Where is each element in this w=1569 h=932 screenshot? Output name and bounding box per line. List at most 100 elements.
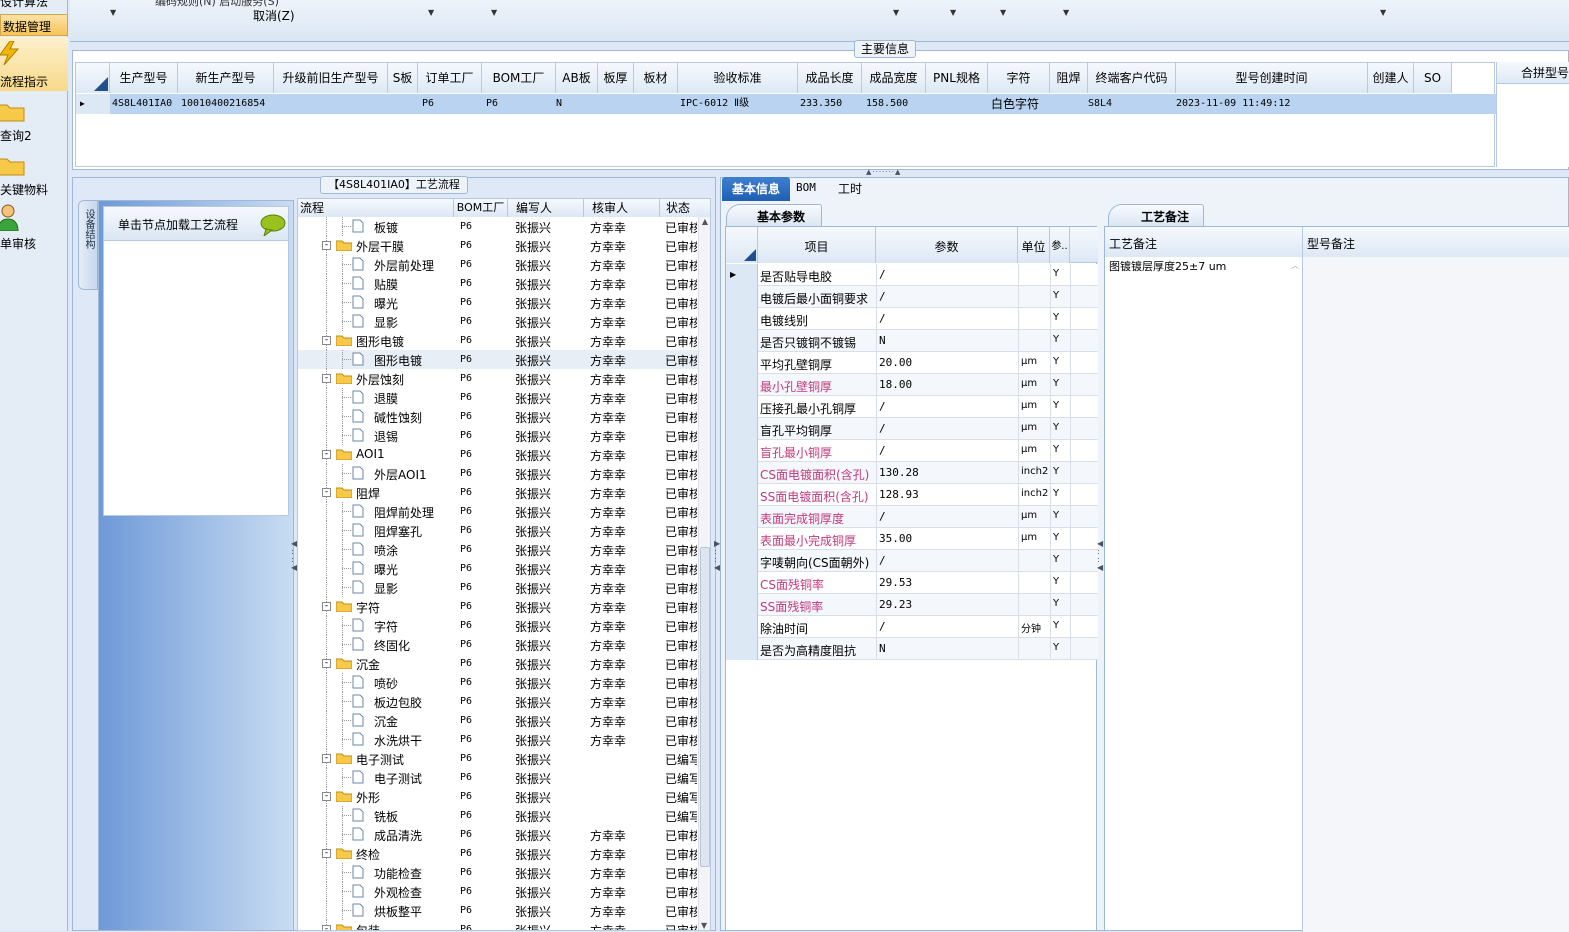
col-process-note[interactable]: 工艺备注 <box>1105 227 1303 257</box>
param-row[interactable]: 盲孔平均铜厚 / μm Y <box>726 418 1098 440</box>
param-row[interactable]: 电镀后最小面铜要求 / Y <box>726 286 1098 308</box>
param-row[interactable]: 电镀线别 / Y <box>726 308 1098 330</box>
tree-row[interactable]: 功能检查 P6 张振兴 方幸幸 已审核 <box>298 863 708 882</box>
col-production-model[interactable]: 生产型号 <box>110 63 178 93</box>
dropdown-arrow-1[interactable]: ▼ <box>110 8 116 17</box>
param-row[interactable]: SS面残铜率 29.23 Y <box>726 594 1098 616</box>
col-create-time[interactable]: 型号创建时间 <box>1176 63 1368 93</box>
sidebar-item-query2[interactable]: 查询2 <box>0 97 68 145</box>
collapse-toggle-icon[interactable]: - <box>322 336 331 345</box>
param-row[interactable]: 是否为高精度阻抗 N Y <box>726 638 1098 660</box>
tree-row[interactable]: - 外层蚀刻 P6 张振兴 方幸幸 已审核 <box>298 369 708 388</box>
tree-row[interactable]: 外观检查 P6 张振兴 方幸幸 已审核 <box>298 882 708 901</box>
scroll-down-arrow[interactable]: ▼ <box>701 921 707 930</box>
tree-row[interactable]: 曝光 P6 张振兴 方幸幸 已审核 <box>298 293 708 312</box>
col-flow[interactable]: 流程 <box>298 199 454 217</box>
col-model-note[interactable]: 型号备注 <box>1303 227 1569 257</box>
param-value-cell[interactable]: 18.00 <box>879 378 1015 391</box>
collapse-toggle-icon[interactable]: - <box>322 450 331 459</box>
tree-row[interactable]: 退锡 P6 张振兴 方幸幸 已审核 <box>298 426 708 445</box>
col-tree-status[interactable]: 状态 <box>660 199 710 217</box>
col-item[interactable]: 项目 <box>758 227 876 263</box>
param-value-cell[interactable]: / <box>879 312 1015 325</box>
note-scroll-up-arrow[interactable]: ︿ <box>1291 260 1299 271</box>
tree-row[interactable]: 成品清洗 P6 张振兴 方幸幸 已审核 <box>298 825 708 844</box>
sidebar-item-data-management[interactable]: 数据管理 <box>0 14 68 36</box>
tree-row[interactable]: - 阻焊 P6 张振兴 方幸幸 已审核 <box>298 483 708 502</box>
param-value-cell[interactable]: 128.93 <box>879 488 1015 501</box>
param-value-cell[interactable]: / <box>879 444 1015 457</box>
collapse-toggle-icon[interactable]: - <box>322 659 331 668</box>
tree-row[interactable]: 板边包胶 P6 张振兴 方幸幸 已审核 <box>298 692 708 711</box>
dropdown-arrow-6[interactable]: ▼ <box>1000 8 1006 17</box>
splitter-handle-left[interactable]: ◀:: ◀ <box>291 540 297 600</box>
merge-model-header[interactable]: 合拼型号 <box>1497 62 1569 84</box>
param-row[interactable]: 最小孔壁铜厚 18.00 μm Y <box>726 374 1098 396</box>
tree-row[interactable]: 阻焊前处理 P6 张振兴 方幸幸 已审核 <box>298 502 708 521</box>
col-bom-factory[interactable]: BOM工厂 <box>482 63 556 93</box>
collapse-toggle-icon[interactable]: - <box>322 792 331 801</box>
col-pnl[interactable]: PNL规格 <box>926 63 988 93</box>
tree-row[interactable]: 外层AOI1 P6 张振兴 方幸幸 已审核 <box>298 464 708 483</box>
col-old-production-model[interactable]: 升级前旧生产型号 <box>274 63 388 93</box>
col-customer-code[interactable]: 终端客户代码 <box>1088 63 1176 93</box>
param-value-cell[interactable]: 130.28 <box>879 466 1015 479</box>
col-tree-bom[interactable]: BOM工厂 <box>454 199 508 217</box>
col-character[interactable]: 字符 <box>988 63 1050 93</box>
equipment-structure-tab[interactable]: 设备结构 <box>78 200 98 290</box>
col-creator[interactable]: 创建人 <box>1368 63 1414 93</box>
col-ab-board[interactable]: AB板 <box>556 63 598 93</box>
col-unit[interactable]: 单位 <box>1018 227 1050 263</box>
col-tree-writer[interactable]: 编写人 <box>508 199 584 217</box>
tree-row[interactable]: - 图形电镀 P6 张振兴 方幸幸 已审核 <box>298 331 708 350</box>
param-value-cell[interactable]: / <box>879 400 1015 413</box>
tree-row[interactable]: 外层前处理 P6 张振兴 方幸幸 已审核 <box>298 255 708 274</box>
param-value-cell[interactable]: 20.00 <box>879 356 1015 369</box>
collapse-toggle-icon[interactable]: - <box>322 754 331 763</box>
tree-row[interactable]: 水洗烘干 P6 张振兴 方幸幸 已审核 <box>298 730 708 749</box>
param-value-cell[interactable]: 29.53 <box>879 576 1015 589</box>
process-note-cell[interactable]: 图镀镀层厚度25±7 um ︿ <box>1105 257 1303 932</box>
tree-row[interactable]: 阻焊塞孔 P6 张振兴 方幸幸 已审核 <box>298 521 708 540</box>
tab-work-hours[interactable]: 工时 <box>838 180 862 197</box>
tree-row[interactable]: 显影 P6 张振兴 方幸幸 已审核 <box>298 578 708 597</box>
col-thickness[interactable]: 板厚 <box>598 63 634 93</box>
sidebar-item-process[interactable]: 流程指示 <box>0 37 68 91</box>
tree-row[interactable]: 板镀 P6 张振兴 方幸幸 已审核 <box>298 217 708 236</box>
param-row[interactable]: SS面电镀面积(含孔) 128.93 inch2 Y <box>726 484 1098 506</box>
tree-row[interactable]: 电子测试 P6 张振兴 已编写 <box>298 768 708 787</box>
param-value-cell[interactable]: / <box>879 422 1015 435</box>
tree-scrollbar[interactable]: ▲ ▼ <box>698 217 710 930</box>
model-note-cell[interactable] <box>1303 257 1569 932</box>
tree-row[interactable]: - 外层干膜 P6 张振兴 方幸幸 已审核 <box>298 236 708 255</box>
col-s-board[interactable]: S板 <box>388 63 418 93</box>
tree-row[interactable]: - 终检 P6 张振兴 方幸幸 已审核 <box>298 844 708 863</box>
col-param[interactable]: 参数 <box>876 227 1018 263</box>
tab-basic-info[interactable]: 基本信息 <box>722 177 790 201</box>
param-row[interactable]: 平均孔壁铜厚 20.00 μm Y <box>726 352 1098 374</box>
param-row[interactable]: CS面残铜率 29.53 Y <box>726 572 1098 594</box>
param-row[interactable]: 盲孔最小铜厚 / μm Y <box>726 440 1098 462</box>
sidebar-item-key-material[interactable]: 关键物料 <box>0 151 68 199</box>
table-row[interactable]: ▶ 4S8L401IA0 10010400216854 P6 P6 N IPC-… <box>76 94 1496 114</box>
collapse-toggle-icon[interactable]: - <box>322 488 331 497</box>
collapse-toggle-icon[interactable]: - <box>322 241 331 250</box>
tree-row[interactable]: - 字符 P6 张振兴 方幸幸 已审核 <box>298 597 708 616</box>
param-row[interactable]: 表面完成铜厚度 / μm Y <box>726 506 1098 528</box>
tree-row[interactable]: 喷砂 P6 张振兴 方幸幸 已审核 <box>298 673 708 692</box>
col-flag[interactable]: 参.. <box>1050 227 1070 263</box>
scroll-up-arrow[interactable]: ▲ <box>699 217 710 226</box>
tree-row[interactable]: 字符 P6 张振兴 方幸幸 已审核 <box>298 616 708 635</box>
basic-params-subtab[interactable]: 基本参数 <box>726 204 822 226</box>
collapse-toggle-icon[interactable]: - <box>322 374 331 383</box>
col-solder-mask[interactable]: 阻焊 <box>1050 63 1088 93</box>
param-row[interactable]: 除油时间 / 分钟 Y <box>726 616 1098 638</box>
param-value-cell[interactable]: / <box>879 554 1015 567</box>
dropdown-arrow-4[interactable]: ▼ <box>893 8 899 17</box>
dropdown-arrow-2[interactable]: ▼ <box>428 8 434 17</box>
tree-row[interactable]: - 沉金 P6 张振兴 方幸幸 已审核 <box>298 654 708 673</box>
load-process-box[interactable]: 单击节点加载工艺流程 <box>103 206 289 516</box>
param-value-cell[interactable]: 29.23 <box>879 598 1015 611</box>
tab-bom[interactable]: BOM <box>796 181 816 194</box>
tree-row[interactable]: 终固化 P6 张振兴 方幸幸 已审核 <box>298 635 708 654</box>
